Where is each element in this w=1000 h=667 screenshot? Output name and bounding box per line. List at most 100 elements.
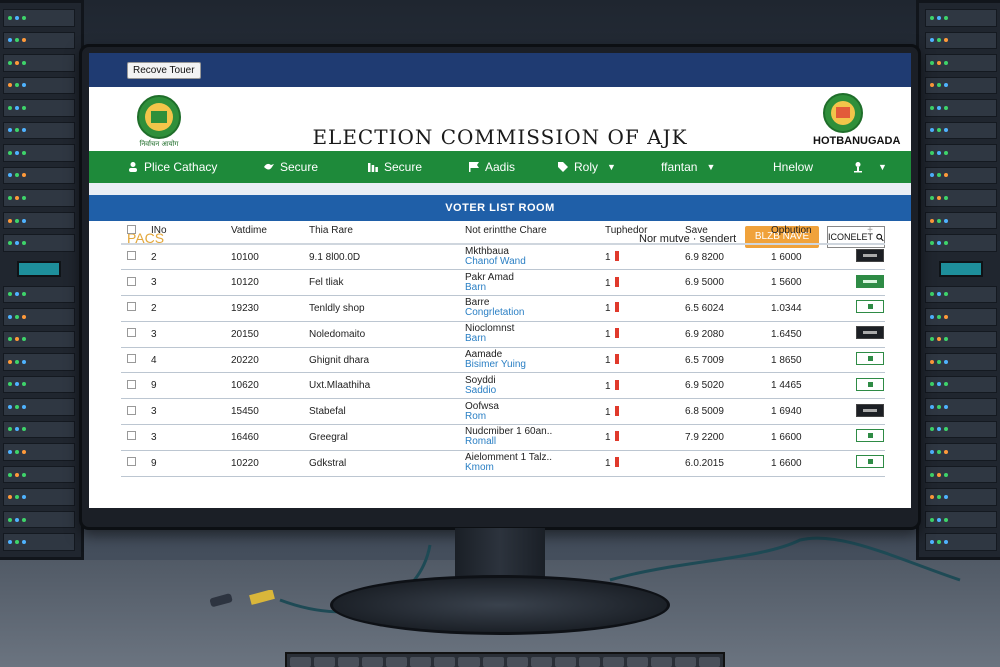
nav-item-5[interactable]: ffantan ▼ (661, 160, 715, 174)
cell-id: 16460 (225, 424, 303, 451)
cell-option: 1 6600 (765, 450, 849, 477)
cell-no: 9 (145, 372, 225, 400)
col-id[interactable]: Vatdime (225, 218, 303, 245)
nav-item-3[interactable]: Aadis (468, 160, 515, 174)
detail-link[interactable]: Bisimer Yuing (465, 360, 599, 370)
cell-detail: Nioclomnst Barn (459, 321, 599, 348)
cell-count: 1 (599, 321, 679, 348)
detail-link[interactable]: Barn (465, 334, 599, 344)
nav-item-7[interactable]: ▼ (852, 161, 887, 173)
table-row[interactable]: 2 19230 Tenldly shop Barre Congrletation 1 6.5… (121, 295, 885, 322)
cell-detail: Pakr Amad Barn (459, 269, 599, 297)
usb-drive-icon (210, 590, 275, 607)
nav-item-label: Plice Cathacy (144, 160, 218, 174)
flag-icon (614, 405, 619, 416)
cell-name: Fel tliak (303, 269, 459, 297)
cell-save: 6.8 5009 (679, 398, 765, 426)
count-value: 1 (605, 406, 611, 418)
col-count[interactable]: Tuphedor (599, 218, 679, 245)
table-row[interactable]: 3 10120 Fel tliak Pakr Amad Barn 1 6.9 5000 1 5… (121, 269, 885, 297)
cell-detail: Barre Congrletation (459, 295, 599, 322)
flag-icon (614, 251, 619, 262)
nav-item-0[interactable]: Plice Cathacy (127, 160, 217, 174)
cell-no: 3 (145, 321, 225, 348)
col-add[interactable]: + (849, 218, 885, 245)
row-action-button[interactable] (856, 326, 884, 340)
flag-icon (614, 379, 619, 390)
cell-detail: Mkthbaua Chanof Wand (459, 244, 599, 271)
detail-link[interactable]: Kmom (465, 463, 599, 473)
cell-count: 1 (599, 450, 679, 477)
col-save[interactable]: Save (679, 218, 765, 245)
row-checkbox[interactable] (127, 251, 136, 261)
col-no[interactable]: INo (145, 218, 225, 245)
key (434, 657, 456, 667)
detail-link[interactable]: Barn (465, 282, 599, 293)
table-row[interactable]: 3 20150 Noledomaito Nioclomnst Barn 1 6.9 2080… (121, 321, 885, 348)
monitor-stand-base (330, 575, 670, 635)
row-action-button[interactable] (856, 455, 884, 469)
flag-icon (614, 431, 619, 442)
key (650, 657, 672, 667)
row-checkbox[interactable] (127, 276, 136, 286)
nav-item-6[interactable]: Hnelow (773, 160, 813, 174)
key (506, 657, 528, 667)
row-action-button[interactable] (856, 377, 884, 391)
cell-id: 15450 (225, 398, 303, 426)
bird-icon (264, 163, 274, 170)
cell-name: Noledomaito (303, 321, 459, 348)
table-row[interactable]: 3 16460 Greegral Nudcmiber 1 60an.. Romall 1 7… (121, 424, 885, 451)
flag-icon (614, 354, 619, 365)
row-checkbox[interactable] (127, 379, 136, 389)
cell-name: Tenldly shop (303, 295, 459, 322)
cell-count: 1 (599, 244, 679, 271)
detail-link[interactable]: Saddio (465, 385, 599, 396)
row-checkbox[interactable] (127, 302, 136, 312)
nav-item-4[interactable]: Roly ▼ (557, 160, 616, 174)
remove-tour-button[interactable]: Recove Touer (127, 61, 201, 79)
cell-save: 6.9 2080 (679, 321, 765, 348)
key (554, 657, 576, 667)
row-checkbox[interactable] (127, 354, 136, 364)
row-checkbox[interactable] (127, 328, 136, 338)
row-action-button[interactable] (856, 429, 884, 443)
cell-no: 2 (145, 244, 225, 271)
table-row[interactable]: 9 10220 Gdkstral Aielomment 1 Talz.. Kmom 1 6.… (121, 450, 885, 477)
select-all-checkbox[interactable] (127, 224, 136, 234)
cell-option: 1.0344 (765, 295, 849, 322)
detail-link[interactable]: Romall (465, 437, 599, 447)
col-detail[interactable]: Not erintthe Chare (459, 218, 599, 245)
nav-item-label: ffantan (661, 160, 698, 174)
nav-item-2[interactable]: Secure (367, 160, 422, 174)
key (362, 657, 384, 667)
table-row[interactable]: 3 15450 Stabefal Oofwsa Rom 1 6.8 5009 1 6940 (121, 398, 885, 426)
col-name[interactable]: Thia Rare (303, 218, 459, 245)
row-action-button[interactable] (856, 274, 884, 288)
row-action-button[interactable] (856, 403, 884, 417)
row-checkbox[interactable] (127, 431, 136, 441)
count-value: 1 (605, 303, 611, 315)
detail-link[interactable]: Chanof Wand (465, 257, 599, 267)
table-row[interactable]: 4 20220 Ghignit dhara Aamade Bisimer Yuing 1 6… (121, 347, 885, 374)
chevron-down-icon: ▼ (878, 162, 887, 172)
cell-save: 6.5 6024 (679, 295, 765, 322)
nav-item-1[interactable]: Secure (263, 160, 318, 174)
detail-link[interactable]: Congrletation (465, 308, 599, 318)
col-option[interactable]: Opbution (765, 218, 849, 245)
key (626, 657, 648, 667)
row-checkbox[interactable] (127, 405, 136, 415)
chevron-down-icon: ▼ (706, 162, 716, 172)
key (482, 657, 504, 667)
table-row[interactable]: 9 10620 Uxt.Mlaathiha Soyddi Saddio 1 6.9 5020… (121, 372, 885, 400)
tag-icon (558, 162, 568, 172)
row-action-button[interactable] (856, 300, 884, 314)
cell-no: 3 (145, 398, 225, 426)
voter-table-container: INo Vatdime Thia Rare Not erintthe Chare… (121, 218, 885, 477)
row-checkbox[interactable] (127, 457, 136, 467)
row-action-button[interactable] (856, 352, 884, 366)
cell-count: 1 (599, 372, 679, 400)
detail-link[interactable]: Rom (465, 411, 599, 422)
cell-option: 1 6940 (765, 398, 849, 426)
row-action-button[interactable] (856, 249, 884, 263)
table-row[interactable]: 2 10100 9.1 8l00.0D Mkthbaua Chanof Wand 1 6.9… (121, 244, 885, 271)
